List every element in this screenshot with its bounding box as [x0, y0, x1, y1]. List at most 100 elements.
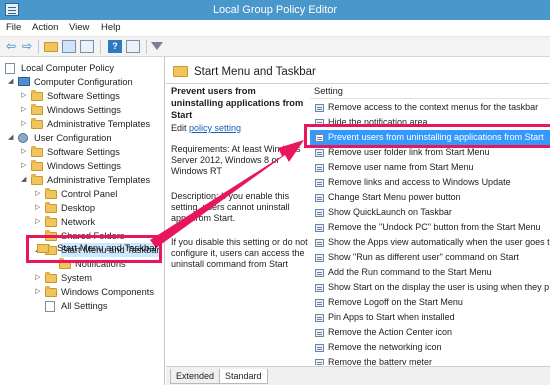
title-bar: Local Group Policy Editor: [0, 0, 550, 20]
annotation-highlight-tree-item: Start Menu and Taskbar: [26, 235, 162, 263]
setting-label: Remove the battery meter: [328, 357, 433, 365]
policy-setting-icon: [315, 239, 324, 247]
policy-setting-icon: [315, 344, 324, 352]
folder-icon: [45, 202, 57, 213]
setting-label: Remove the Action Center icon: [328, 327, 453, 337]
policy-setting-icon: [315, 209, 324, 217]
menu-view[interactable]: View: [69, 22, 89, 33]
show-hide-tree-icon[interactable]: [62, 40, 76, 53]
policy-setting-icon: [315, 329, 324, 337]
folder-icon: [45, 286, 57, 297]
policy-setting-icon: [315, 299, 324, 307]
policy-setting-icon: [315, 149, 324, 157]
menu-help[interactable]: Help: [101, 22, 121, 33]
collapsed-chevron-icon[interactable]: ▷: [21, 145, 26, 159]
policy-setting-icon: [315, 179, 324, 187]
setting-row[interactable]: Change Start Menu power button: [310, 190, 550, 205]
description-pane: Prevent users from uninstalling applicat…: [166, 85, 310, 366]
setting-label: Add the Run command to the Start Menu: [328, 267, 492, 277]
setting-label: Show Start on the display the user is us…: [328, 282, 550, 292]
setting-row[interactable]: Remove the "Undock PC" button from the S…: [310, 220, 550, 235]
edit-line: Edit policy setting: [171, 123, 241, 134]
edit-policy-setting-link[interactable]: policy setting: [189, 123, 241, 133]
expanded-chevron-icon[interactable]: ◢: [21, 173, 26, 187]
description-text-2: If you disable this setting or do not co…: [171, 237, 308, 269]
computer-icon: [18, 77, 30, 86]
content-header: Start Menu and Taskbar: [166, 62, 550, 84]
folder-icon: [31, 146, 43, 157]
setting-label: Pin Apps to Start when installed: [328, 312, 455, 322]
menu-file[interactable]: File: [6, 22, 21, 33]
policy-setting-icon: [315, 104, 324, 112]
setting-row[interactable]: Add the Run command to the Start Menu: [310, 265, 550, 280]
setting-row[interactable]: Remove user name from Start Menu: [310, 160, 550, 175]
window-title: Local Group Policy Editor: [212, 4, 338, 16]
forward-arrow-icon[interactable]: ⇨: [20, 40, 34, 53]
setting-label: Remove user name from Start Menu: [328, 162, 474, 172]
folder-icon: [45, 272, 57, 283]
tab-standard[interactable]: Standard: [219, 369, 268, 384]
tab-extended[interactable]: Extended: [170, 369, 221, 384]
folder-icon: [31, 104, 43, 115]
collapsed-chevron-icon[interactable]: ▷: [35, 285, 40, 299]
setting-label: Show "Run as different user" command on …: [328, 252, 519, 262]
setting-row[interactable]: Remove links and access to Windows Updat…: [310, 175, 550, 190]
back-arrow-icon[interactable]: ⇦: [4, 40, 18, 53]
setting-row[interactable]: Show the Apps view automatically when th…: [310, 235, 550, 250]
policy-setting-icon: [315, 359, 324, 365]
up-folder-icon[interactable]: [44, 42, 58, 52]
setting-label: Show the Apps view automatically when th…: [328, 237, 550, 247]
setting-row[interactable]: Remove access to the context menus for t…: [310, 100, 550, 115]
collapsed-chevron-icon[interactable]: ▷: [35, 201, 40, 215]
folder-icon: [45, 188, 57, 199]
policy-setting-icon: [315, 269, 324, 277]
properties-icon[interactable]: [126, 40, 140, 53]
collapsed-chevron-icon[interactable]: ▷: [35, 271, 40, 285]
collapsed-chevron-icon[interactable]: ▷: [21, 103, 26, 117]
filter-icon[interactable]: [151, 42, 163, 50]
collapsed-chevron-icon[interactable]: ▷: [35, 187, 40, 201]
setting-row[interactable]: Remove Logoff on the Start Menu: [310, 295, 550, 310]
setting-row[interactable]: Remove the battery meter: [310, 355, 550, 365]
edit-prefix: Edit: [171, 123, 187, 133]
help-icon[interactable]: ?: [108, 40, 122, 53]
policy-setting-icon: [315, 284, 324, 292]
collapsed-chevron-icon[interactable]: ▷: [21, 117, 26, 131]
policy-setting-icon: [315, 254, 324, 262]
content-header-title: Start Menu and Taskbar: [194, 66, 316, 78]
toolbar-divider: [146, 40, 147, 54]
setting-row[interactable]: Show Start on the display the user is us…: [310, 280, 550, 295]
folder-icon: [31, 118, 43, 129]
policy-setting-icon: [315, 224, 324, 232]
collapsed-chevron-icon[interactable]: ▷: [21, 89, 26, 103]
folder-icon: [31, 174, 43, 185]
toolbar-divider: [38, 40, 39, 54]
setting-row[interactable]: Remove the networking icon: [310, 340, 550, 355]
export-list-icon[interactable]: [80, 40, 94, 53]
setting-label: Remove the "Undock PC" button from the S…: [328, 222, 541, 232]
setting-row[interactable]: Remove the Action Center icon: [310, 325, 550, 340]
folder-icon: [31, 90, 43, 101]
policy-setting-icon: [315, 194, 324, 202]
setting-row[interactable]: Show QuickLaunch on Taskbar: [310, 205, 550, 220]
settings-list-icon: [45, 301, 55, 312]
requirements-text: Requirements: At least Windows Server 20…: [171, 144, 301, 176]
collapsed-chevron-icon[interactable]: ▷: [21, 159, 26, 173]
user-icon: [18, 133, 28, 143]
setting-row[interactable]: Pin Apps to Start when installed: [310, 310, 550, 325]
expanded-chevron-icon[interactable]: ◢: [8, 131, 13, 145]
description-text: Description: If you enable this setting,…: [171, 191, 290, 223]
setting-label: Change Start Menu power button: [328, 192, 461, 202]
column-header-setting[interactable]: Setting: [310, 85, 550, 99]
setting-label: Remove access to the context menus for t…: [328, 102, 539, 112]
setting-label: Remove the networking icon: [328, 342, 442, 352]
setting-label: Show QuickLaunch on Taskbar: [328, 207, 452, 217]
policy-setting-icon: [315, 164, 324, 172]
folder-icon: [37, 244, 49, 253]
folder-icon: [45, 216, 57, 227]
collapsed-chevron-icon[interactable]: ▷: [35, 215, 40, 229]
setting-row[interactable]: Show "Run as different user" command on …: [310, 250, 550, 265]
policy-document-icon: [5, 63, 15, 74]
expanded-chevron-icon[interactable]: ◢: [8, 75, 13, 89]
menu-action[interactable]: Action: [32, 22, 58, 33]
